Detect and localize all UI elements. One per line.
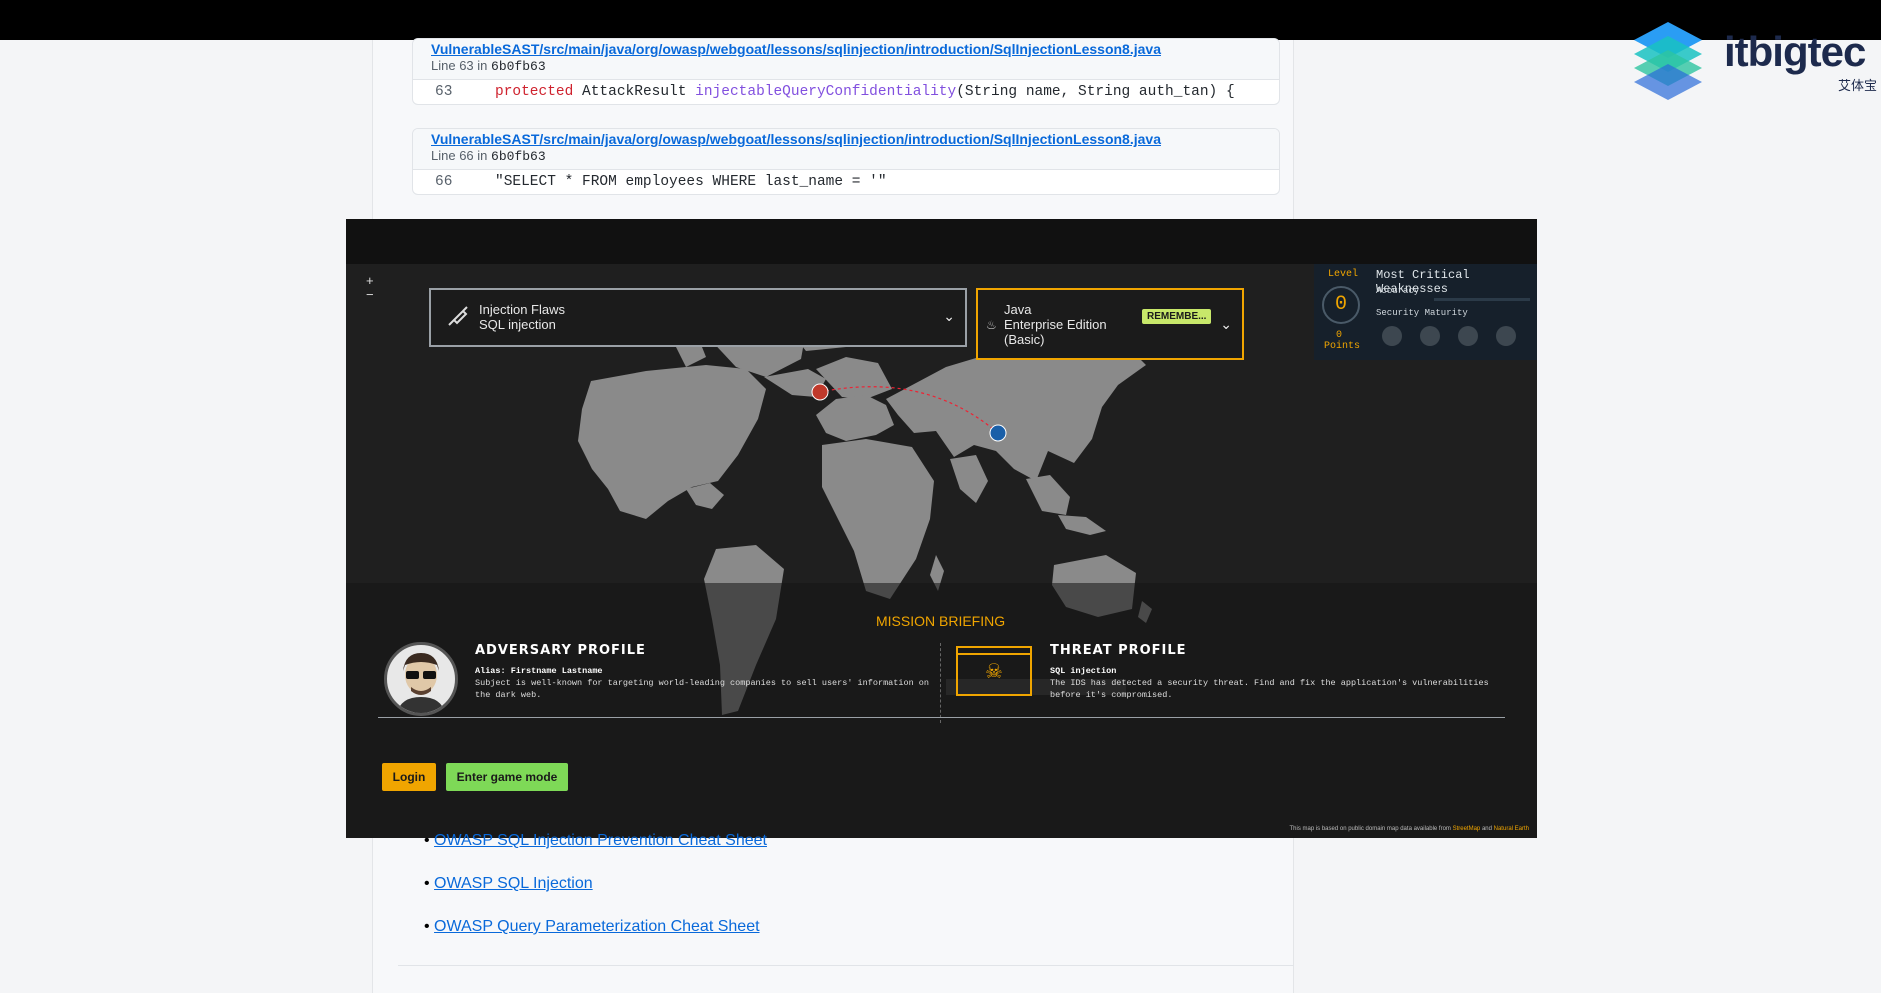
chevron-down-icon: ⌄ — [943, 308, 955, 324]
accuracy-bar — [1434, 298, 1530, 301]
points-display: 0 Points — [1324, 330, 1361, 352]
enter-game-mode-button[interactable]: Enter game mode — [446, 763, 568, 791]
remember-badge[interactable]: REMEMBE... — [1142, 309, 1212, 324]
maturity-dot — [1382, 326, 1402, 346]
section-divider — [398, 965, 1294, 966]
credit-link-streetmap[interactable]: StreetMap — [1453, 826, 1481, 832]
list-item: • OWASP SQL Injection — [424, 875, 593, 892]
maturity-label: Security Maturity — [1376, 308, 1468, 318]
briefing-divider — [940, 643, 941, 723]
subcategory-label: SQL injection — [479, 317, 556, 332]
adversary-title: ADVERSARY PROFILE — [475, 643, 646, 658]
threat-description: The IDS has detected a security threat. … — [1050, 678, 1489, 700]
code-result-path-link[interactable]: VulnerableSAST/src/main/java/org/owasp/w… — [431, 41, 1261, 57]
adversary-avatar — [384, 642, 458, 716]
stack-language: Java — [1004, 302, 1032, 317]
code-result-path-link[interactable]: VulnerableSAST/src/main/java/org/owasp/w… — [431, 131, 1261, 147]
mission-briefing: MISSION BRIEFING ADVERSARY PROFILE Alias… — [346, 583, 1537, 838]
stack-level: (Basic) — [1004, 332, 1045, 347]
credit-and: and — [1481, 826, 1492, 832]
line-number: 66 — [435, 174, 453, 190]
maturity-dot — [1496, 326, 1516, 346]
category-label: Injection Flaws — [479, 302, 565, 317]
list-item: • OWASP SQL Injection Prevention Cheat S… — [424, 832, 767, 849]
java-icon: ♨ — [986, 318, 997, 332]
briefing-separator — [378, 717, 1505, 718]
logo-subtext: 艾体宝 — [1838, 78, 1878, 93]
line-info: Line 63 in — [431, 58, 488, 73]
owasp-sqli-link[interactable]: OWASP SQL Injection — [434, 875, 593, 892]
maturity-dot — [1458, 326, 1478, 346]
code-function: injectableQueryConfidentiality — [695, 84, 957, 100]
line-number: 63 — [435, 84, 453, 100]
adversary-details: Alias: Firstname Lastname Subject is wel… — [475, 665, 935, 701]
code-result-1: VulnerableSAST/src/main/java/org/owasp/w… — [412, 38, 1280, 105]
login-button[interactable]: Login — [382, 763, 436, 791]
threat-name: SQL injection — [1050, 666, 1117, 676]
accuracy-label: Accuracy — [1376, 286, 1420, 296]
map-credit: This map is based on public domain map d… — [1290, 826, 1530, 832]
level-value: 0 — [1322, 286, 1360, 324]
code-rest: (String name, String auth_tan) { — [956, 84, 1235, 100]
adversary-alias: Alias: Firstname Lastname — [475, 666, 603, 676]
line-info: Line 66 in — [431, 148, 488, 163]
secure-code-game-panel: + − Injection Flaws SQL injection ⌄ ♨ Ja… — [346, 219, 1537, 838]
adversary-description: Subject is well-known for targeting worl… — [475, 678, 929, 700]
points-value: 0 — [1335, 330, 1342, 341]
owasp-prevention-link[interactable]: OWASP SQL Injection Prevention Cheat She… — [434, 832, 767, 849]
code-result-2: VulnerableSAST/src/main/java/org/owasp/w… — [412, 128, 1280, 195]
points-label: Points — [1324, 341, 1361, 352]
level-label: Level — [1328, 269, 1359, 280]
threat-icon: ☠ — [956, 646, 1032, 696]
threat-title: THREAT PROFILE — [1050, 643, 1187, 658]
code-keyword: protected — [495, 84, 574, 100]
stats-panel: Level 0 0 Points Most Critical Weaknesse… — [1314, 264, 1537, 360]
category-dropdown[interactable]: Injection Flaws SQL injection ⌄ — [429, 288, 967, 347]
commit-hash[interactable]: 6b0fb63 — [491, 59, 546, 74]
logo-text: itbigtec — [1724, 28, 1866, 75]
top-black-bar — [0, 0, 1881, 40]
mission-title: MISSION BRIEFING — [876, 613, 1006, 629]
code-line: 63 protected AttackResult injectableQuery… — [413, 80, 1279, 104]
hacker-icon — [397, 653, 445, 713]
maturity-dot — [1420, 326, 1440, 346]
syringe-icon — [448, 306, 468, 326]
list-item: • OWASP Query Parameterization Cheat She… — [424, 918, 760, 935]
chevron-down-icon: ⌄ — [1220, 316, 1232, 332]
owasp-parameterization-link[interactable]: OWASP Query Parameterization Cheat Sheet — [434, 918, 759, 935]
code-text: "SELECT * FROM employees WHERE last_name… — [495, 174, 887, 190]
threat-details: SQL injection The IDS has detected a sec… — [1050, 665, 1510, 701]
stack-framework: Enterprise Edition — [1004, 317, 1107, 332]
stack-dropdown[interactable]: ♨ Java Enterprise Edition (Basic) REMEMB… — [976, 288, 1244, 360]
credit-link-natural-earth[interactable]: Natural Earth — [1494, 826, 1529, 832]
credit-text: This map is based on public domain map d… — [1289, 826, 1451, 832]
code-type: AttackResult — [582, 84, 687, 100]
code-line: 66 "SELECT * FROM employees WHERE last_na… — [413, 170, 1279, 194]
commit-hash[interactable]: 6b0fb63 — [491, 149, 546, 164]
